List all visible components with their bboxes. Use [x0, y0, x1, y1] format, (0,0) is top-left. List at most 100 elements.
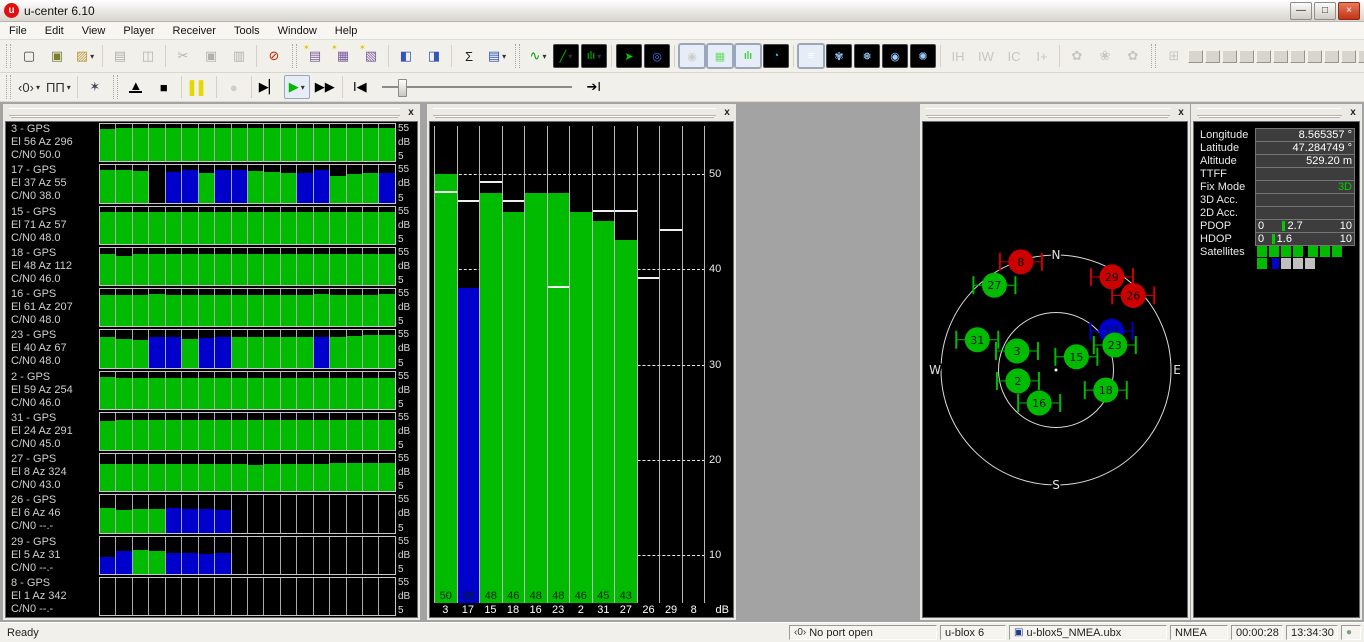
autobaud-wand-icon[interactable]: ✶: [82, 75, 108, 99]
maximize-button[interactable]: □: [1314, 2, 1336, 20]
split-layout-left-icon[interactable]: ◧: [393, 44, 419, 68]
data-view-icon[interactable]: ▦: [707, 44, 733, 68]
history-bar: [166, 207, 182, 244]
x-axis: 317151816232312726298: [434, 604, 705, 617]
menu-player[interactable]: Player: [114, 25, 163, 37]
satellite-label: 18 - GPSEl 48 Az 112C/N0 46.0: [6, 246, 99, 287]
new-text-console-icon[interactable]: ▧✶: [358, 44, 384, 68]
history-bar: [330, 207, 346, 244]
history-bar: [166, 413, 182, 450]
history-bar: [215, 537, 231, 574]
save-file-icon[interactable]: ▣: [44, 44, 70, 68]
close-icon[interactable]: x: [1174, 106, 1188, 119]
menu-window[interactable]: Window: [269, 25, 326, 37]
configure-view-icon[interactable]: ✾: [826, 44, 852, 68]
history-bar: [116, 413, 132, 450]
satellite-label: 2 - GPSEl 59 Az 254C/N0 46.0: [6, 370, 99, 411]
history-bar: [281, 207, 297, 244]
messages-view-icon[interactable]: ≡: [798, 44, 824, 68]
eject-icon[interactable]: ▲: [123, 75, 149, 99]
tools-view-icon[interactable]: ✺: [910, 44, 936, 68]
history-bar: [116, 124, 132, 161]
menu-help[interactable]: Help: [326, 25, 367, 37]
port-icon: ‹0›: [794, 627, 806, 638]
history-bar: [100, 578, 116, 615]
skip-to-end-icon[interactable]: ➔Ι: [581, 75, 607, 99]
packet-statistics-view-icon[interactable]: ◉: [882, 44, 908, 68]
close-icon[interactable]: x: [404, 106, 418, 119]
message-list-icon[interactable]: ▤▾: [484, 44, 510, 68]
satellite-history-row: 3 - GPSEl 56 Az 296C/N0 50.055dB5: [6, 122, 417, 163]
history-bar: [166, 289, 182, 326]
toolbar-grip[interactable]: [113, 75, 118, 99]
satellite-history-bars: [99, 536, 396, 575]
new-binary-console-icon[interactable]: ▦✶: [330, 44, 356, 68]
close-button[interactable]: ×: [1338, 2, 1360, 20]
history-bar: [264, 248, 280, 285]
skip-to-start-icon[interactable]: Ι◀: [347, 75, 373, 99]
satellite-history-bars: [99, 329, 396, 368]
docking-clock-icon[interactable]: ◔: [763, 44, 789, 68]
deviation-map-view-icon[interactable]: ◎: [644, 44, 670, 68]
pause-icon[interactable]: ▌▌: [186, 75, 212, 99]
step-forward-icon[interactable]: ▶▏: [256, 75, 282, 99]
menu-receiver[interactable]: Receiver: [164, 25, 225, 37]
history-bar: [100, 248, 116, 285]
satellite-history-bars: [99, 123, 396, 162]
toolbar-grip[interactable]: [6, 44, 11, 68]
db-scale: 55dB5: [396, 205, 417, 246]
graph-view-icon[interactable]: ╱▾: [553, 44, 579, 68]
record-icon: ●: [221, 75, 247, 99]
history-bar: [215, 289, 231, 326]
sky-view-icon[interactable]: ◉: [679, 44, 705, 68]
history-bar: [215, 124, 231, 161]
history-bar: [314, 289, 330, 326]
menu-edit[interactable]: Edit: [36, 25, 73, 37]
history-bar: [199, 454, 215, 491]
playback-slider[interactable]: [382, 77, 572, 97]
history-bar: [264, 124, 280, 161]
statistics-sigma-icon[interactable]: Σ: [456, 44, 482, 68]
toolbar-grip[interactable]: [6, 75, 11, 99]
satellite-block: [1293, 258, 1303, 269]
message-rate-icon[interactable]: ΠΠ▾: [44, 75, 73, 99]
toolbar-separator: [674, 45, 675, 67]
open-file-icon[interactable]: ▨▾: [72, 44, 98, 68]
map-view-icon[interactable]: ➤: [616, 44, 642, 68]
fast-forward-icon[interactable]: ▶▶: [312, 75, 338, 99]
history-bar: [199, 289, 215, 326]
new-file-icon[interactable]: ▢: [16, 44, 42, 68]
history-bar: [379, 248, 394, 285]
max-marker: [615, 210, 637, 212]
menu-tools[interactable]: Tools: [225, 25, 269, 37]
close-icon[interactable]: x: [1346, 106, 1360, 119]
db-scale: 55dB5: [396, 370, 417, 411]
statistics-view-icon[interactable]: ❅: [854, 44, 880, 68]
histogram-window-icon[interactable]: ılı: [735, 44, 761, 68]
menu-file[interactable]: File: [0, 25, 36, 37]
split-layout-right-icon[interactable]: ◨: [421, 44, 447, 68]
toolbar-grip[interactable]: [292, 44, 297, 68]
comm-port-icon[interactable]: ‹0›▾: [16, 75, 42, 99]
histogram-view-icon[interactable]: ılı▾: [581, 44, 607, 68]
minimize-button[interactable]: —: [1290, 2, 1312, 20]
elapsed-time: 00:00:28: [1231, 625, 1283, 640]
stop-icon[interactable]: ■: [151, 75, 177, 99]
play-icon[interactable]: ▶▾: [284, 75, 310, 99]
max-marker: [480, 181, 502, 183]
menu-view[interactable]: View: [73, 25, 115, 37]
history-bar: [133, 413, 149, 450]
placeholder-square: [1188, 50, 1203, 63]
close-icon[interactable]: x: [720, 106, 734, 119]
alarm-off-icon[interactable]: ⊘: [261, 44, 287, 68]
data-value: 3D: [1255, 180, 1355, 194]
new-packet-console-icon[interactable]: ▤✶: [302, 44, 328, 68]
chart-view-icon[interactable]: ∿▾: [525, 44, 551, 68]
data-row: 2D Acc.: [1200, 206, 1359, 219]
toolbar-grip[interactable]: [515, 44, 520, 68]
compass-east: E: [1173, 363, 1181, 377]
data-value: [1255, 167, 1355, 181]
history-bar: [297, 207, 313, 244]
toolbar-grip[interactable]: [1151, 44, 1156, 68]
history-bar: [232, 578, 248, 615]
